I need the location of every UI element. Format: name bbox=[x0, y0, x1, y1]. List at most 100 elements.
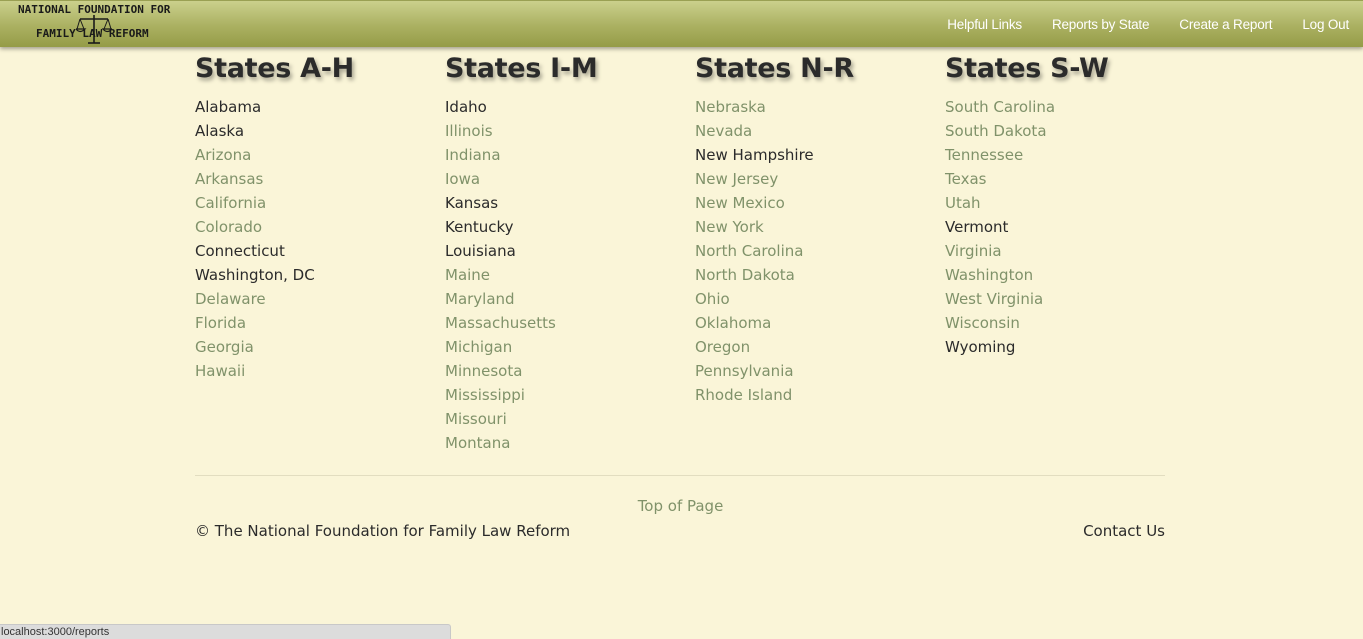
state-link-arkansas[interactable]: Arkansas bbox=[195, 170, 263, 188]
state-link-new-hampshire[interactable]: New Hampshire bbox=[695, 146, 814, 164]
main-nav: Helpful Links Reports by State Create a … bbox=[917, 1, 1349, 48]
nav-log-out[interactable]: Log Out bbox=[1302, 17, 1349, 32]
state-list-item: Montana bbox=[445, 431, 685, 455]
state-link-louisiana[interactable]: Louisiana bbox=[445, 242, 516, 260]
states-column-s-w: States S-W South Carolina South Dakota Ten… bbox=[945, 51, 1185, 359]
state-list-item: Massachusetts bbox=[445, 311, 685, 335]
state-link-virginia[interactable]: Virginia bbox=[945, 242, 1002, 260]
state-list-item: Arizona bbox=[195, 143, 435, 167]
state-list-item: North Carolina bbox=[695, 239, 935, 263]
state-link-florida[interactable]: Florida bbox=[195, 314, 246, 332]
states-column-n-r: States N-R Nebraska Nevada New Hampshire Ne… bbox=[695, 51, 935, 407]
column-heading: States A-H bbox=[195, 53, 354, 84]
state-list-item: California bbox=[195, 191, 435, 215]
state-list-item: Louisiana bbox=[445, 239, 685, 263]
state-list-item: Nebraska bbox=[695, 95, 935, 119]
state-list-item: Maine bbox=[445, 263, 685, 287]
state-list-item: Indiana bbox=[445, 143, 685, 167]
state-list: South Carolina South Dakota Tennessee Texas… bbox=[945, 95, 1185, 359]
state-link-north-carolina[interactable]: North Carolina bbox=[695, 242, 803, 260]
state-link-new-jersey[interactable]: New Jersey bbox=[695, 170, 778, 188]
state-link-wisconsin[interactable]: Wisconsin bbox=[945, 314, 1020, 332]
state-link-indiana[interactable]: Indiana bbox=[445, 146, 501, 164]
state-list-item: Maryland bbox=[445, 287, 685, 311]
state-list-item: Colorado bbox=[195, 215, 435, 239]
nav-create-report[interactable]: Create a Report bbox=[1179, 17, 1272, 32]
state-link-illinois[interactable]: Illinois bbox=[445, 122, 493, 140]
state-link-california[interactable]: California bbox=[195, 194, 266, 212]
state-list-item: Arkansas bbox=[195, 167, 435, 191]
browser-status-bar: localhost:3000/reports bbox=[0, 624, 451, 639]
state-list-item: Michigan bbox=[445, 335, 685, 359]
state-link-tennessee[interactable]: Tennessee bbox=[945, 146, 1023, 164]
contact-us-link[interactable]: Contact Us bbox=[1083, 522, 1165, 540]
state-link-north-dakota[interactable]: North Dakota bbox=[695, 266, 795, 284]
state-list-item: Pennsylvania bbox=[695, 359, 935, 383]
state-list-item: Idaho bbox=[445, 95, 685, 119]
state-link-delaware[interactable]: Delaware bbox=[195, 290, 266, 308]
state-link-maine[interactable]: Maine bbox=[445, 266, 490, 284]
state-link-connecticut[interactable]: Connecticut bbox=[195, 242, 285, 260]
state-list-item: Missouri bbox=[445, 407, 685, 431]
logo-text-line2: FAMILY LAW REFORM bbox=[36, 27, 149, 40]
state-link-montana[interactable]: Montana bbox=[445, 434, 510, 452]
state-link-rhode-island[interactable]: Rhode Island bbox=[695, 386, 792, 404]
state-link-georgia[interactable]: Georgia bbox=[195, 338, 254, 356]
state-list-item: Kentucky bbox=[445, 215, 685, 239]
state-link-west-virginia[interactable]: West Virginia bbox=[945, 290, 1043, 308]
state-link-massachusetts[interactable]: Massachusetts bbox=[445, 314, 556, 332]
state-link-wyoming[interactable]: Wyoming bbox=[945, 338, 1015, 356]
state-link-oregon[interactable]: Oregon bbox=[695, 338, 750, 356]
state-link-pennsylvania[interactable]: Pennsylvania bbox=[695, 362, 794, 380]
state-list-item: Ohio bbox=[695, 287, 935, 311]
state-link-minnesota[interactable]: Minnesota bbox=[445, 362, 522, 380]
state-link-hawaii[interactable]: Hawaii bbox=[195, 362, 245, 380]
state-link-nebraska[interactable]: Nebraska bbox=[695, 98, 766, 116]
state-link-maryland[interactable]: Maryland bbox=[445, 290, 515, 308]
state-link-idaho[interactable]: Idaho bbox=[445, 98, 487, 116]
state-list: Idaho Illinois Indiana Iowa Kansas Kentucky Lo… bbox=[445, 95, 685, 455]
state-list-item: New York bbox=[695, 215, 935, 239]
state-link-missouri[interactable]: Missouri bbox=[445, 410, 507, 428]
nav-reports-by-state[interactable]: Reports by State bbox=[1052, 17, 1150, 32]
state-link-mississippi[interactable]: Mississippi bbox=[445, 386, 525, 404]
state-list-item: Iowa bbox=[445, 167, 685, 191]
state-list-item: Tennessee bbox=[945, 143, 1185, 167]
state-list-item: Virginia bbox=[945, 239, 1185, 263]
state-link-south-dakota[interactable]: South Dakota bbox=[945, 122, 1047, 140]
state-link-kansas[interactable]: Kansas bbox=[445, 194, 498, 212]
state-list-item: Connecticut bbox=[195, 239, 435, 263]
state-list: Nebraska Nevada New Hampshire New Jersey New… bbox=[695, 95, 935, 407]
state-link-colorado[interactable]: Colorado bbox=[195, 218, 262, 236]
state-link-vermont[interactable]: Vermont bbox=[945, 218, 1008, 236]
state-link-oklahoma[interactable]: Oklahoma bbox=[695, 314, 771, 332]
state-link-alabama[interactable]: Alabama bbox=[195, 98, 261, 116]
copyright-text: © The National Foundation for Family Law… bbox=[195, 522, 571, 540]
state-link-washington-dc[interactable]: Washington, DC bbox=[195, 266, 315, 284]
state-link-utah[interactable]: Utah bbox=[945, 194, 981, 212]
state-list-item: Alabama bbox=[195, 95, 435, 119]
state-link-michigan[interactable]: Michigan bbox=[445, 338, 512, 356]
state-link-washington[interactable]: Washington bbox=[945, 266, 1033, 284]
state-link-south-carolina[interactable]: South Carolina bbox=[945, 98, 1055, 116]
state-list-item: New Hampshire bbox=[695, 143, 935, 167]
state-link-ohio[interactable]: Ohio bbox=[695, 290, 730, 308]
state-link-new-york[interactable]: New York bbox=[695, 218, 764, 236]
state-list-item: New Jersey bbox=[695, 167, 935, 191]
state-list-item: Florida bbox=[195, 311, 435, 335]
state-list-item: North Dakota bbox=[695, 263, 935, 287]
state-link-nevada[interactable]: Nevada bbox=[695, 122, 752, 140]
site-logo[interactable]: NATIONAL FOUNDATION FOR FAMILY LAW REFOR… bbox=[16, 3, 176, 47]
state-link-alaska[interactable]: Alaska bbox=[195, 122, 244, 140]
state-list-item: Delaware bbox=[195, 287, 435, 311]
state-link-kentucky[interactable]: Kentucky bbox=[445, 218, 514, 236]
state-link-iowa[interactable]: Iowa bbox=[445, 170, 480, 188]
state-link-arizona[interactable]: Arizona bbox=[195, 146, 251, 164]
state-link-texas[interactable]: Texas bbox=[945, 170, 986, 188]
top-of-page-link[interactable]: Top of Page bbox=[638, 497, 724, 515]
state-link-new-mexico[interactable]: New Mexico bbox=[695, 194, 785, 212]
nav-helpful-links[interactable]: Helpful Links bbox=[947, 17, 1022, 32]
state-list-item: Illinois bbox=[445, 119, 685, 143]
state-list-item: Oklahoma bbox=[695, 311, 935, 335]
state-list-item: New Mexico bbox=[695, 191, 935, 215]
